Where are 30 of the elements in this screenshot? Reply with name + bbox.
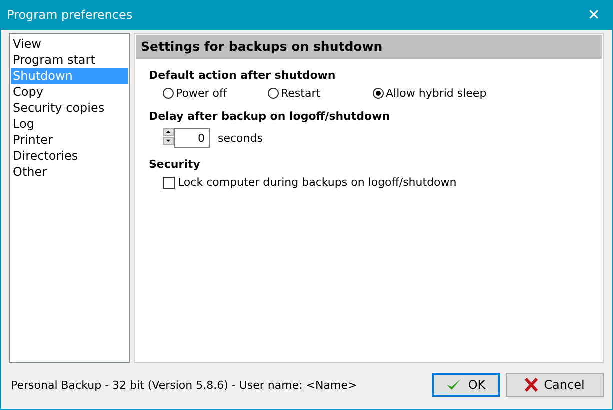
x-icon	[525, 378, 538, 392]
radio-label: Restart	[281, 87, 321, 100]
radio-button[interactable]	[163, 88, 174, 99]
checkbox[interactable]	[163, 176, 175, 188]
checkbox-label: Lock computer during backups on logoff/shutdown	[178, 176, 457, 189]
radio-button[interactable]	[268, 88, 279, 99]
ok-button[interactable]: OK	[432, 373, 500, 397]
cancel-button[interactable]: Cancel	[506, 373, 604, 397]
checkmark-icon	[446, 378, 462, 392]
section-heading: Security	[149, 158, 202, 171]
list-item[interactable]: Other	[11, 164, 128, 180]
section-heading: Delay after backup on logoff/shutdown	[149, 110, 392, 123]
radio-button[interactable]	[373, 88, 384, 99]
up-arrow-icon[interactable]	[163, 128, 174, 136]
down-arrow-icon[interactable]	[163, 137, 174, 145]
radio-label: Power off	[176, 87, 228, 100]
window-title: Program preferences	[7, 8, 133, 22]
panel-title: Settings for backups on shutdown	[136, 35, 602, 59]
list-item[interactable]: View	[11, 36, 128, 52]
list-item[interactable]: Log	[11, 116, 128, 132]
number-field[interactable]: 0	[174, 128, 210, 148]
list-item[interactable]: Copy	[11, 84, 128, 100]
list-item[interactable]: Security copies	[11, 100, 128, 116]
radio-label: Allow hybrid sleep	[386, 87, 487, 100]
section-heading: Default action after shutdown	[149, 69, 337, 82]
unit-label: seconds	[218, 132, 263, 144]
list-item[interactable]: Printer	[11, 132, 128, 148]
status-text: Personal Backup - 32 bit (Version 5.8.6) - User name: <Name>	[11, 378, 358, 392]
list-item[interactable]: Directories	[11, 148, 128, 164]
list-item[interactable]: Program start	[11, 52, 128, 68]
